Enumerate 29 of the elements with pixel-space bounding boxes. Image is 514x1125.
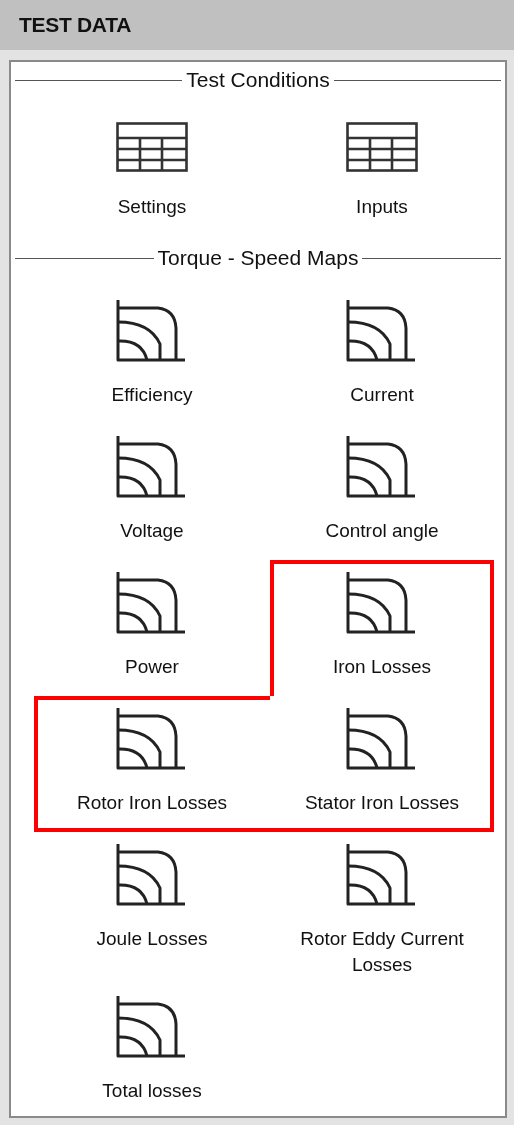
table-icon xyxy=(116,122,188,172)
torque-speed-map-icon xyxy=(116,844,188,906)
map-button[interactable]: Efficiency xyxy=(34,288,270,424)
table-button[interactable]: Settings xyxy=(34,122,270,230)
table-icon xyxy=(346,122,418,172)
section-title: Test Conditions xyxy=(186,68,330,92)
torque-speed-map-icon xyxy=(116,708,188,770)
map-button[interactable]: Iron Losses xyxy=(270,560,494,696)
torque-speed-map-icon xyxy=(116,436,188,498)
panel-title: TEST DATA xyxy=(19,13,131,37)
map-button[interactable]: Total losses xyxy=(34,984,270,1120)
torque-speed-map-icon xyxy=(346,708,418,770)
torque-speed-map-icon xyxy=(346,300,418,362)
torque-speed-map-icon xyxy=(346,572,418,634)
torque-speed-map-icon xyxy=(116,572,188,634)
torque-speed-map-icon xyxy=(346,844,418,906)
map-button[interactable]: Joule Losses xyxy=(34,832,270,984)
map-button[interactable]: Stator Iron Losses xyxy=(270,696,494,832)
map-button[interactable]: Rotor Iron Losses xyxy=(34,696,270,832)
section-title: Torque - Speed Maps xyxy=(157,246,359,270)
map-button[interactable]: Rotor Eddy Current Losses xyxy=(270,832,494,984)
map-button[interactable]: Voltage xyxy=(34,424,270,560)
torque-speed-map-icon xyxy=(346,436,418,498)
map-button[interactable]: Control angle xyxy=(270,424,494,560)
map-button[interactable]: Current xyxy=(270,288,494,424)
map-button[interactable]: Power xyxy=(34,560,270,696)
table-button[interactable]: Inputs xyxy=(270,122,494,230)
torque-speed-map-icon xyxy=(116,300,188,362)
torque-speed-map-icon xyxy=(116,996,188,1058)
